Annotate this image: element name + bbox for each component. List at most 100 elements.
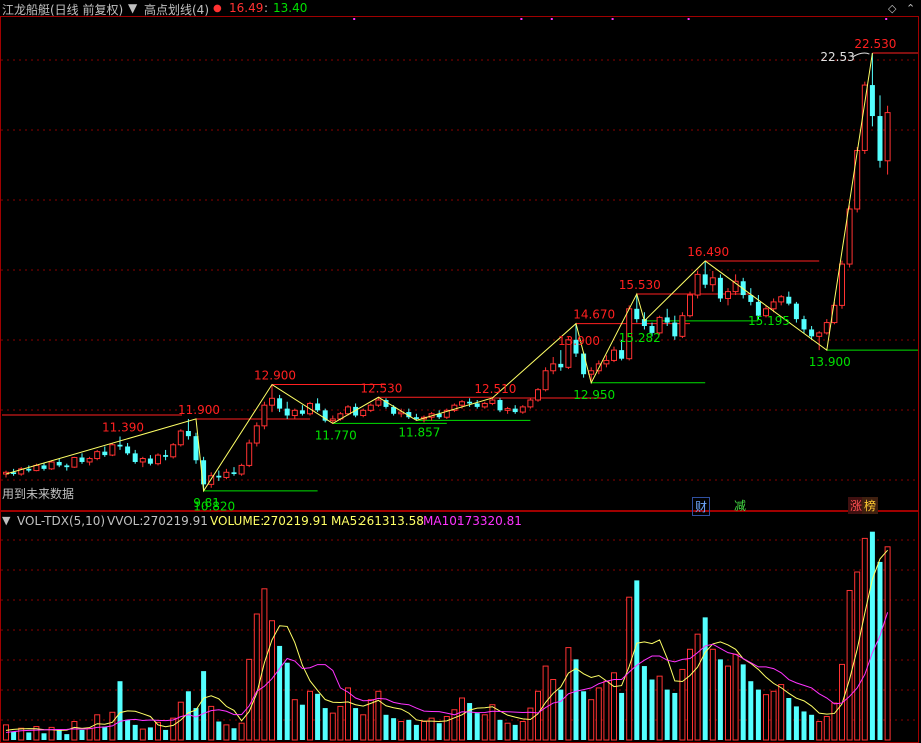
volume-bar: [581, 691, 587, 740]
candle-body: [291, 409, 298, 417]
event-marker-reduce[interactable]: 减: [732, 497, 748, 514]
candle-body: [588, 370, 595, 375]
candle-body: [41, 465, 47, 469]
candle-body: [504, 408, 511, 411]
volume-bar: [117, 681, 123, 740]
candle-body: [786, 296, 792, 304]
volume-bar: [801, 711, 807, 740]
volume-bar: [299, 704, 305, 740]
event-marker-rank[interactable]: 榜: [862, 497, 879, 514]
volume-bar: [717, 659, 723, 740]
candle-body: [687, 294, 693, 317]
peak-price-label: 22.53: [820, 50, 854, 64]
volume-bar: [147, 727, 153, 740]
candle-body: [269, 397, 275, 406]
high-price-label: 13.900: [558, 334, 600, 348]
low-price-label: 15.195: [748, 314, 790, 328]
candle-body: [793, 303, 799, 320]
low-price-label: 13.900: [809, 355, 851, 369]
vvol-value: 270219.91: [143, 514, 208, 528]
low-price-label: 15.282: [619, 331, 661, 345]
candle-body: [801, 319, 807, 330]
high-price-label: 12.510: [474, 382, 516, 396]
low-price-label: 12.950: [573, 388, 615, 402]
candle-body: [94, 451, 101, 460]
volume-bar: [253, 613, 260, 741]
volume-bar: [732, 653, 739, 741]
candle-body: [619, 350, 625, 359]
high-price-label: 15.530: [619, 278, 661, 292]
candle-body: [261, 404, 268, 427]
volume-bar: [459, 697, 465, 741]
candle-body: [709, 277, 716, 286]
candle-body: [535, 389, 541, 401]
volume-bar: [770, 690, 777, 741]
candle-body: [664, 317, 670, 323]
volume-indicator-name[interactable]: VOL-TDX(5,10): [17, 514, 105, 528]
low-price-label: 11.770: [315, 428, 357, 442]
candle-body: [48, 461, 55, 470]
volume-bar: [573, 659, 579, 740]
volume-bar: [102, 726, 108, 740]
volume-bar: [163, 729, 169, 740]
volume-bar: [277, 645, 283, 740]
volume-bar: [877, 561, 883, 740]
vvol-label: VVOL:: [107, 514, 144, 528]
volume-bar: [656, 675, 663, 741]
candle-body: [163, 455, 169, 457]
candle-body: [679, 315, 686, 337]
volume-bar: [519, 721, 526, 741]
volume-bar: [383, 714, 389, 740]
future-data-note: 用到未来数据: [2, 487, 75, 501]
ma5-label: MA5:: [331, 514, 362, 528]
volume-bar: [413, 724, 419, 740]
volume-bar: [558, 689, 564, 740]
volume-bar: [672, 692, 678, 740]
volume-bar: [786, 698, 792, 740]
volume-bar: [595, 687, 602, 741]
candle-body: [694, 273, 701, 296]
candle-body: [542, 370, 549, 391]
candle-body: [26, 468, 32, 471]
candle-body: [512, 408, 518, 413]
peak-arrow: [852, 52, 870, 58]
candle-body: [725, 291, 731, 299]
candle-body: [315, 403, 321, 411]
candle-body: [360, 409, 367, 417]
volume-bar: [79, 729, 85, 740]
volume-bar: [291, 699, 298, 741]
volume-bar: [504, 722, 511, 741]
top-signal-mark: [550, 18, 553, 20]
volume-bar: [353, 708, 359, 740]
volume-bar: [846, 589, 853, 741]
low-price-label: 10.820: [193, 500, 235, 514]
candle-body: [778, 296, 785, 303]
candle-body: [86, 458, 93, 463]
volume-bar: [725, 665, 731, 741]
volume-bar: [201, 671, 207, 740]
candle-body: [770, 301, 777, 310]
top-signal-mark: [611, 18, 614, 20]
high-price-label: 11.390: [102, 421, 144, 435]
candle-body: [277, 398, 283, 409]
volume-bar: [322, 708, 328, 740]
candle-body: [672, 322, 678, 337]
volume-bar: [831, 702, 838, 741]
high-price-label: 12.900: [254, 369, 296, 383]
candle-body: [467, 401, 473, 404]
candle-body: [71, 457, 78, 468]
candle-body: [117, 444, 123, 447]
top-signal-mark: [885, 18, 888, 20]
volume-bar: [246, 658, 253, 741]
candle-body: [839, 263, 845, 306]
candle-body: [139, 458, 146, 463]
chevron-down-icon[interactable]: ▼: [2, 514, 10, 527]
candle-body: [132, 453, 138, 462]
volume-bar: [345, 687, 351, 741]
high-price-label: 22.530: [854, 37, 896, 51]
volume-bar: [11, 731, 17, 740]
volume-bar: [512, 724, 518, 740]
volume-bar: [284, 662, 290, 740]
volume-bar: [238, 722, 245, 741]
volume-legend: ▼ VOL-TDX(5,10) VVOL: 270219.91 VOLUME: …: [0, 514, 921, 528]
